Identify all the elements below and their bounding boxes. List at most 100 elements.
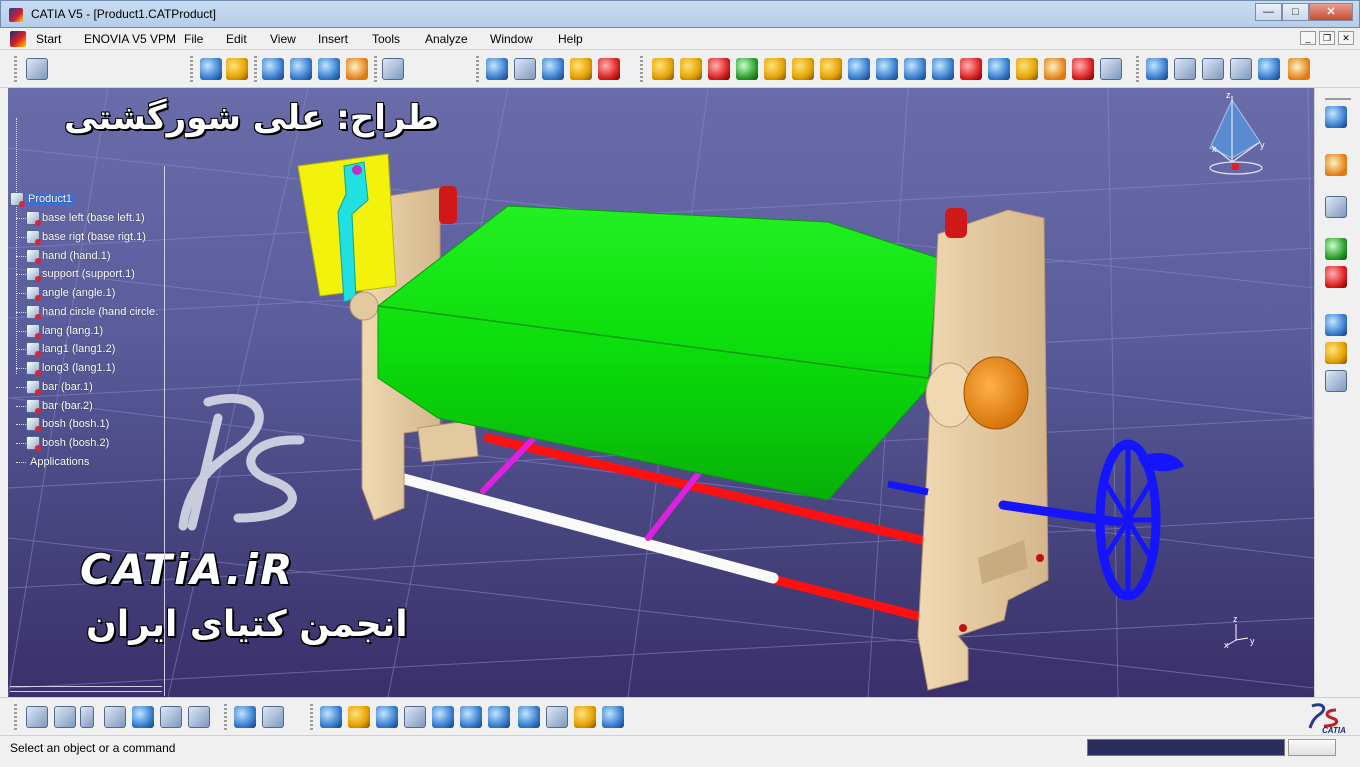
tree-icon[interactable] — [132, 706, 154, 728]
fixtogether-icon[interactable] — [904, 58, 926, 80]
toolbar-grip[interactable] — [640, 56, 643, 82]
measure-icon[interactable] — [1174, 58, 1196, 80]
lock-icon[interactable] — [160, 706, 182, 728]
tree-node[interactable]: bosh (bosh.2) — [10, 434, 109, 452]
normal-view-icon[interactable] — [488, 706, 510, 728]
assembly-icon[interactable] — [652, 58, 674, 80]
shading-icon[interactable] — [546, 706, 568, 728]
update-icon[interactable] — [226, 58, 248, 80]
menu-analyze[interactable]: Analyze — [425, 32, 468, 46]
paint-icon[interactable] — [570, 58, 592, 80]
comment-icon[interactable] — [54, 706, 76, 728]
product-icon[interactable] — [26, 58, 48, 80]
fit-all-icon[interactable] — [348, 706, 370, 728]
axis-icon[interactable] — [1100, 58, 1122, 80]
light-icon[interactable] — [80, 706, 94, 728]
scene2-icon[interactable] — [1325, 266, 1347, 288]
fix-icon[interactable] — [820, 58, 842, 80]
flexible-icon[interactable] — [988, 58, 1010, 80]
toolbar-grip[interactable] — [476, 56, 479, 82]
fly-icon[interactable] — [1325, 106, 1347, 128]
command-input[interactable] — [1087, 739, 1285, 756]
start-icon[interactable] — [10, 31, 26, 47]
command-button[interactable] — [1288, 739, 1336, 756]
toolbar-grip[interactable] — [374, 56, 377, 82]
sketch-icon[interactable] — [1325, 196, 1347, 218]
section-icon[interactable] — [1258, 58, 1280, 80]
zoom-in-icon[interactable] — [432, 706, 454, 728]
light-icon[interactable] — [1288, 58, 1310, 80]
menu-file[interactable]: File — [184, 32, 203, 46]
catia-app-icon[interactable] — [9, 8, 23, 22]
grid-icon[interactable] — [514, 58, 536, 80]
bill-icon[interactable] — [542, 58, 564, 80]
bolt-icon[interactable] — [764, 58, 786, 80]
formula-icon[interactable] — [26, 706, 48, 728]
swap-icon[interactable] — [602, 706, 624, 728]
tree-node[interactable]: support (support.1) — [10, 265, 135, 283]
angle-icon[interactable] — [876, 58, 898, 80]
menu-tools[interactable]: Tools — [372, 32, 400, 46]
tree-node[interactable]: base rigt (base rigt.1) — [10, 228, 146, 246]
component-icon[interactable] — [680, 58, 702, 80]
doc-restore-button[interactable]: ❐ — [1319, 31, 1335, 45]
tree-node[interactable]: lang (lang.1) — [10, 322, 103, 340]
tree-applications[interactable]: Applications — [10, 453, 89, 471]
iso-view-icon[interactable] — [518, 706, 540, 728]
explode-icon[interactable] — [346, 58, 368, 80]
constraint-icon[interactable] — [736, 58, 758, 80]
contact-icon[interactable] — [792, 58, 814, 80]
toolbar-grip[interactable] — [254, 56, 257, 82]
pointer-icon[interactable] — [1325, 154, 1347, 176]
tree-node[interactable]: bar (bar.2) — [10, 397, 93, 415]
rotate-view-icon[interactable] — [404, 706, 426, 728]
toolbar-grip[interactable] — [190, 56, 193, 82]
toolbar-grip[interactable] — [1136, 56, 1139, 82]
spiral-icon[interactable] — [1325, 314, 1347, 336]
tree-scrollbar[interactable] — [10, 686, 162, 692]
toolbar-grip[interactable] — [1325, 98, 1351, 102]
tree-node[interactable]: bosh (bosh.1) — [10, 415, 109, 433]
hammer-icon[interactable] — [598, 58, 620, 80]
pan-icon[interactable] — [376, 706, 398, 728]
rotate-icon[interactable] — [200, 58, 222, 80]
part-icon[interactable] — [708, 58, 730, 80]
select-icon[interactable] — [382, 58, 404, 80]
tree-node[interactable]: bar (bar.1) — [10, 378, 93, 396]
tree-node[interactable]: base left (base left.1) — [10, 209, 145, 227]
manipulate-icon[interactable] — [318, 58, 340, 80]
tree-node[interactable]: hand circle (hand circle. — [10, 303, 158, 321]
hide-show-icon[interactable] — [574, 706, 596, 728]
tree-node[interactable]: long3 (lang1.1) — [10, 359, 115, 377]
measure-icon[interactable] — [234, 706, 256, 728]
gear-icon[interactable] — [1016, 58, 1038, 80]
toolbar-grip[interactable] — [310, 704, 313, 730]
reuse-icon[interactable] — [960, 58, 982, 80]
minimize-button[interactable]: — — [1255, 3, 1282, 21]
table-icon[interactable] — [104, 706, 126, 728]
offset-icon[interactable] — [848, 58, 870, 80]
menu-help[interactable]: Help — [558, 32, 583, 46]
render-icon[interactable] — [1202, 58, 1224, 80]
tree-node[interactable]: angle (angle.1) — [10, 284, 115, 302]
close-button[interactable]: ✕ — [1309, 3, 1353, 21]
menu-start[interactable]: Start — [36, 32, 61, 46]
zoom-out-icon[interactable] — [460, 706, 482, 728]
tree-root[interactable]: Product1 — [10, 190, 75, 208]
catalog-icon[interactable] — [486, 58, 508, 80]
constraint-red-icon[interactable] — [1072, 58, 1094, 80]
maximize-button[interactable]: □ — [1282, 3, 1309, 21]
tree-node[interactable]: hand (hand.1) — [10, 247, 111, 265]
toolbar-grip[interactable] — [14, 704, 17, 730]
cube-icon[interactable] — [1044, 58, 1066, 80]
fly-mode-icon[interactable] — [320, 706, 342, 728]
zoom-icon[interactable] — [1230, 58, 1252, 80]
catalog2-icon[interactable] — [1325, 342, 1347, 364]
toolbar-grip[interactable] — [224, 704, 227, 730]
menu-insert[interactable]: Insert — [318, 32, 348, 46]
menu-window[interactable]: Window — [490, 32, 533, 46]
doc-close-button[interactable]: ✕ — [1338, 31, 1354, 45]
menu-enovia[interactable]: ENOVIA V5 VPM — [84, 32, 176, 46]
home-icon[interactable] — [1325, 370, 1347, 392]
doc-minimize-button[interactable]: _ — [1300, 31, 1316, 45]
